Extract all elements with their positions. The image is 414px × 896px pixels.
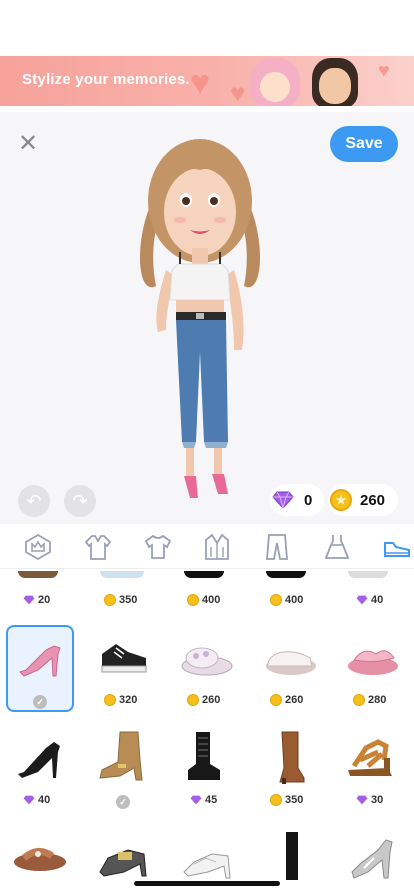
brown-boots-item[interactable]	[274, 730, 308, 786]
shoe-item[interactable]	[266, 571, 306, 578]
black-pumps-item[interactable]	[16, 736, 64, 782]
dress-icon	[324, 535, 350, 559]
tan-booties-item[interactable]	[98, 730, 148, 784]
pink-pumps-item[interactable]	[18, 640, 64, 680]
black-sneakers-item[interactable]	[98, 638, 150, 678]
coin-balance: ★ 260	[328, 484, 398, 516]
price-value: 45	[205, 794, 218, 806]
price-tag: 40	[356, 594, 383, 606]
tab-premium[interactable]	[23, 533, 53, 561]
shoe-icon	[384, 542, 410, 557]
price-tag: 260	[187, 694, 220, 706]
close-icon[interactable]: ✕	[16, 132, 40, 156]
price-value: 350	[119, 594, 138, 606]
price-tag: 45	[190, 794, 217, 806]
price-value: 400	[202, 594, 221, 606]
price-tag: 260	[270, 694, 303, 706]
gem-count: 0	[304, 491, 313, 509]
tab-coats[interactable]	[202, 533, 232, 561]
price-tag: 350	[270, 794, 303, 806]
banner-avatar-male	[312, 58, 358, 106]
price-value: 320	[119, 694, 138, 706]
shoe-item[interactable]	[18, 571, 58, 578]
tab-dresses[interactable]	[322, 533, 352, 561]
gem-icon	[190, 795, 202, 805]
coin-icon	[104, 594, 116, 606]
price-value: 280	[368, 694, 387, 706]
home-indicator[interactable]	[134, 881, 280, 886]
coat-icon	[205, 533, 229, 560]
jacket-icon	[84, 535, 112, 560]
banner-avatar-female	[250, 58, 300, 106]
price-tag: 30	[356, 794, 383, 806]
undo-icon[interactable]: ↶	[18, 485, 50, 517]
avatar-figure	[139, 139, 261, 498]
shoe-item[interactable]	[282, 832, 302, 880]
coin-icon	[270, 594, 282, 606]
price-tag: 350	[104, 594, 137, 606]
price-value: 350	[285, 794, 304, 806]
tshirt-icon	[144, 534, 172, 559]
price-value: 40	[38, 794, 51, 806]
heart-icon: ♥	[378, 60, 390, 82]
price-value: 260	[202, 694, 221, 706]
gem-icon	[272, 491, 294, 509]
shoe-item[interactable]	[100, 571, 144, 578]
save-button[interactable]: Save	[330, 126, 398, 162]
heart-icon: ♥	[230, 78, 246, 106]
gem-icon	[356, 595, 368, 605]
shoe-item[interactable]	[184, 571, 224, 578]
price-value: 40	[371, 594, 384, 606]
price-tag: 400	[270, 594, 303, 606]
price-value: 20	[38, 594, 51, 606]
coin-icon	[187, 694, 199, 706]
gem-icon	[356, 795, 368, 805]
tab-bottoms[interactable]	[262, 533, 292, 561]
price-tag: 20	[23, 594, 50, 606]
price-value: 30	[371, 794, 384, 806]
promo-banner[interactable]: Stylize your memories. ♥ ♥ ♥	[0, 56, 414, 106]
price-tag: 40	[23, 794, 50, 806]
shoe-item[interactable]	[98, 836, 152, 880]
price-value: 260	[285, 694, 304, 706]
tab-tops[interactable]	[143, 533, 173, 561]
coin-icon	[353, 694, 365, 706]
gem-icon	[23, 595, 35, 605]
crown-icon	[25, 533, 51, 561]
tan-sandals-item[interactable]	[344, 730, 400, 780]
white-slippers-item[interactable]	[264, 644, 318, 678]
coin-icon	[270, 694, 282, 706]
price-tag: 320	[104, 694, 137, 706]
shoe-item[interactable]	[12, 840, 68, 874]
coin-count: 260	[360, 491, 386, 509]
checkmark-icon: ✓	[33, 695, 47, 709]
banner-text: Stylize your memories.	[22, 71, 190, 88]
shoe-item[interactable]	[350, 834, 396, 880]
checkmark-icon: ✓	[116, 795, 130, 809]
price-value: 400	[285, 594, 304, 606]
coin-icon	[187, 594, 199, 606]
fluffy-slippers-item[interactable]	[180, 642, 234, 678]
shoe-item[interactable]	[182, 840, 234, 880]
coin-icon	[270, 794, 282, 806]
redo-icon[interactable]: ↷	[64, 485, 96, 517]
category-tabs	[0, 525, 414, 569]
owned-badge: ✓	[33, 695, 47, 709]
tab-shoes[interactable]	[382, 533, 412, 561]
tab-outerwear[interactable]	[83, 533, 113, 561]
coin-icon	[104, 694, 116, 706]
owned-badge: ✓	[116, 795, 130, 809]
pink-slides-item[interactable]	[346, 642, 400, 678]
price-tag: 280	[353, 694, 386, 706]
coin-icon: ★	[330, 489, 352, 511]
shoe-item[interactable]	[348, 571, 388, 578]
pants-icon	[266, 534, 288, 560]
combat-boots-item[interactable]	[184, 730, 224, 784]
price-tag: 400	[187, 594, 220, 606]
gem-icon	[23, 795, 35, 805]
gem-balance: 0	[270, 484, 324, 516]
heart-icon: ♥	[190, 64, 211, 102]
